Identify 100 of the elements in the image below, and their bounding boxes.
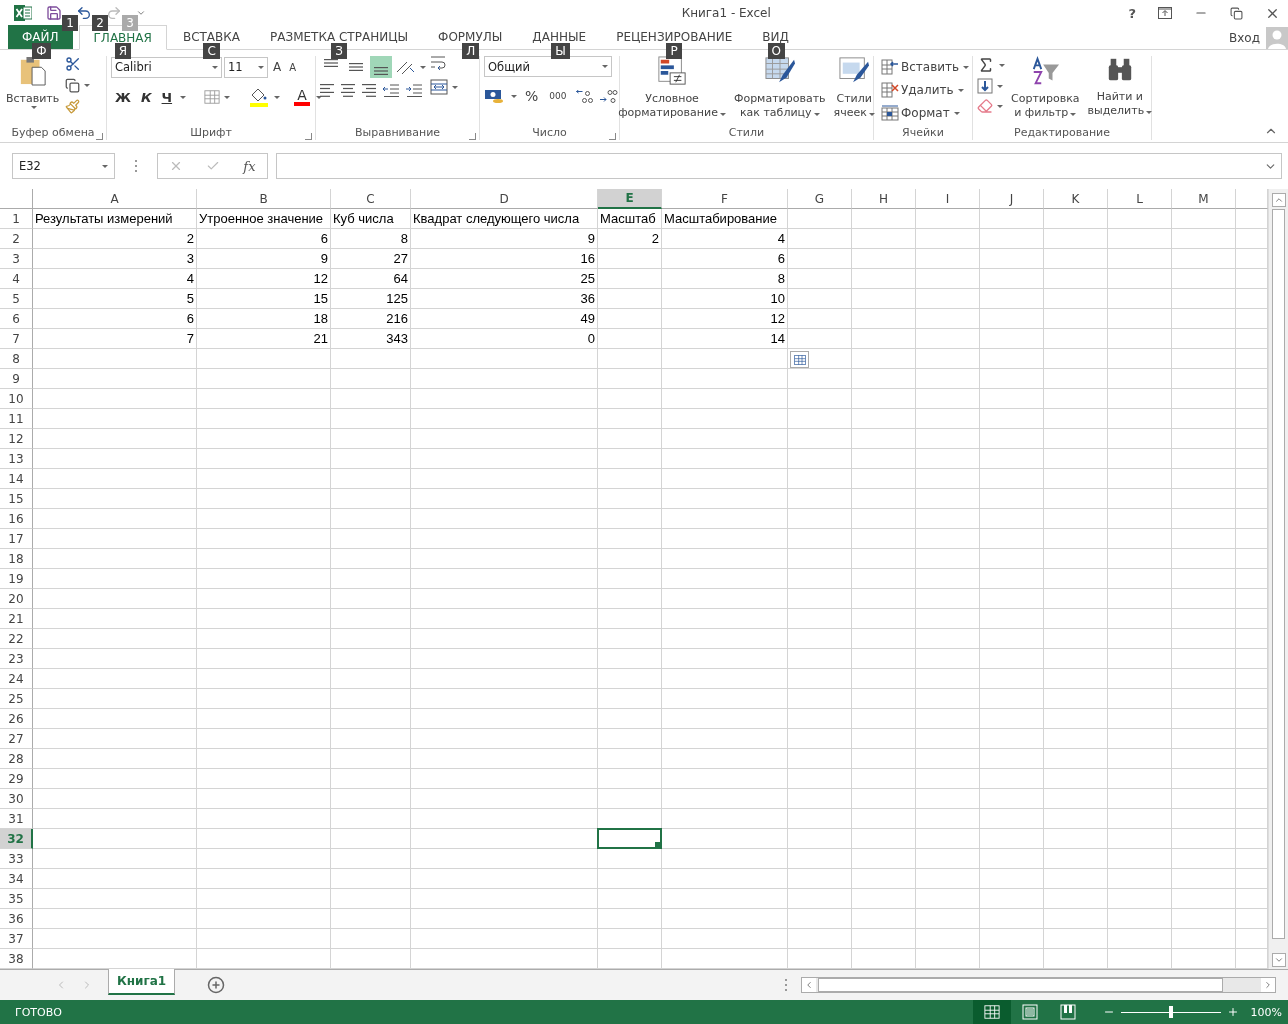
row-header[interactable]: 31: [0, 809, 33, 829]
active-cell[interactable]: [597, 828, 662, 849]
restore-icon[interactable]: [1230, 6, 1243, 20]
row-header[interactable]: 17: [0, 529, 33, 549]
row-header[interactable]: 1: [0, 209, 33, 229]
row-header[interactable]: 29: [0, 769, 33, 789]
column-header[interactable]: M: [1172, 189, 1236, 209]
column-header[interactable]: H: [852, 189, 916, 209]
column-header[interactable]: I: [916, 189, 980, 209]
column-header[interactable]: A: [33, 189, 197, 209]
underline-button[interactable]: Ч: [157, 86, 177, 108]
row-header[interactable]: 20: [0, 589, 33, 609]
cells-button[interactable]: Формат: [878, 102, 963, 124]
row-header[interactable]: 24: [0, 669, 33, 689]
ribbon-display-icon[interactable]: [1158, 7, 1172, 19]
bold-button[interactable]: Ж: [111, 86, 135, 108]
merge-cells-icon[interactable]: [430, 79, 448, 95]
shrink-font-button[interactable]: A: [286, 56, 300, 78]
editing-button[interactable]: Сортировка и фильтр: [1009, 56, 1082, 126]
formula-input[interactable]: [276, 153, 1282, 179]
row-header[interactable]: 16: [0, 509, 33, 529]
row-header[interactable]: 35: [0, 889, 33, 909]
column-header[interactable]: F: [662, 189, 788, 209]
wrap-text-icon[interactable]: [430, 56, 446, 71]
increase-decimal-icon[interactable]: [574, 89, 594, 103]
fill-down-icon[interactable]: [977, 78, 993, 94]
row-header[interactable]: 6: [0, 309, 33, 329]
row-header[interactable]: 19: [0, 569, 33, 589]
row-header[interactable]: 38: [0, 949, 33, 969]
vertical-scrollbar[interactable]: [1268, 189, 1288, 969]
thousands-button[interactable]: 000: [546, 85, 570, 107]
new-sheet-icon[interactable]: [207, 976, 225, 994]
font-color-button[interactable]: A: [292, 88, 313, 106]
row-header[interactable]: 11: [0, 409, 33, 429]
format-painter-icon[interactable]: [65, 99, 81, 114]
horizontal-scrollbar[interactable]: [801, 977, 1276, 993]
currency-icon[interactable]: [484, 88, 504, 104]
row-header[interactable]: 10: [0, 389, 33, 409]
row-header[interactable]: 32: [0, 829, 33, 849]
paste-options-button[interactable]: [790, 351, 809, 368]
undo-icon[interactable]: [76, 5, 92, 21]
zoom-level[interactable]: 100%: [1250, 1005, 1282, 1019]
name-box[interactable]: E32: [12, 153, 115, 179]
row-header[interactable]: 13: [0, 449, 33, 469]
number-format-field[interactable]: Общий: [484, 56, 612, 77]
row-header[interactable]: 22: [0, 629, 33, 649]
column-header[interactable]: C: [331, 189, 411, 209]
scroll-thumb[interactable]: [1272, 209, 1285, 939]
increase-indent-icon[interactable]: [406, 84, 422, 97]
column-header[interactable]: B: [197, 189, 331, 209]
sheet-tab[interactable]: Книга1: [108, 969, 175, 995]
font-name-field[interactable]: Calibri: [111, 56, 222, 78]
row-header[interactable]: 26: [0, 709, 33, 729]
column-header[interactable]: K: [1044, 189, 1108, 209]
column-header[interactable]: L: [1108, 189, 1172, 209]
styles-button[interactable]: Стили ячеек: [831, 56, 877, 126]
row-header[interactable]: 5: [0, 289, 33, 309]
save-icon[interactable]: [46, 5, 62, 21]
paste-button[interactable]: Вставить: [4, 56, 62, 126]
row-header[interactable]: 21: [0, 609, 33, 629]
text-angle-icon[interactable]: [395, 60, 415, 74]
row-header[interactable]: 23: [0, 649, 33, 669]
row-header[interactable]: 7: [0, 329, 33, 349]
fill-color-icon[interactable]: [248, 87, 271, 107]
decrease-decimal-icon[interactable]: [598, 89, 618, 103]
row-header[interactable]: 37: [0, 929, 33, 949]
italic-button[interactable]: К: [136, 86, 156, 108]
sign-in-link[interactable]: Вход: [1229, 31, 1260, 45]
help-button[interactable]: ?: [1128, 5, 1136, 21]
editing-button[interactable]: Найти и выделить: [1085, 56, 1155, 126]
row-header[interactable]: 25: [0, 689, 33, 709]
align-center-icon[interactable]: [341, 84, 355, 97]
scroll-thumb[interactable]: [818, 978, 1223, 992]
row-header[interactable]: 18: [0, 549, 33, 569]
row-header[interactable]: 15: [0, 489, 33, 509]
zoom-thumb[interactable]: [1168, 1006, 1173, 1018]
row-header[interactable]: 27: [0, 729, 33, 749]
row-header[interactable]: 12: [0, 429, 33, 449]
copy-icon[interactable]: [65, 78, 81, 93]
vertical-align-button[interactable]: [370, 56, 392, 78]
row-header[interactable]: 28: [0, 749, 33, 769]
insert-function-button[interactable]: fx: [243, 158, 256, 174]
column-header[interactable]: D: [411, 189, 598, 209]
fill-handle[interactable]: [655, 842, 660, 847]
row-header[interactable]: 30: [0, 789, 33, 809]
align-left-icon[interactable]: [320, 84, 334, 97]
cells-button[interactable]: Вставить: [878, 56, 973, 78]
column-header[interactable]: G: [788, 189, 852, 209]
row-header[interactable]: 8: [0, 349, 33, 369]
customize-caret-icon[interactable]: [136, 8, 146, 18]
row-header[interactable]: 34: [0, 869, 33, 889]
grow-font-button[interactable]: A: [270, 56, 285, 78]
column-header[interactable]: J: [980, 189, 1044, 209]
percent-button[interactable]: %: [522, 85, 542, 107]
cut-icon[interactable]: [65, 56, 82, 72]
column-header[interactable]: E: [598, 189, 662, 209]
row-header[interactable]: 2: [0, 229, 33, 249]
styles-button[interactable]: Условное форматирование: [616, 56, 728, 126]
row-header[interactable]: 9: [0, 369, 33, 389]
row-header[interactable]: 3: [0, 249, 33, 269]
